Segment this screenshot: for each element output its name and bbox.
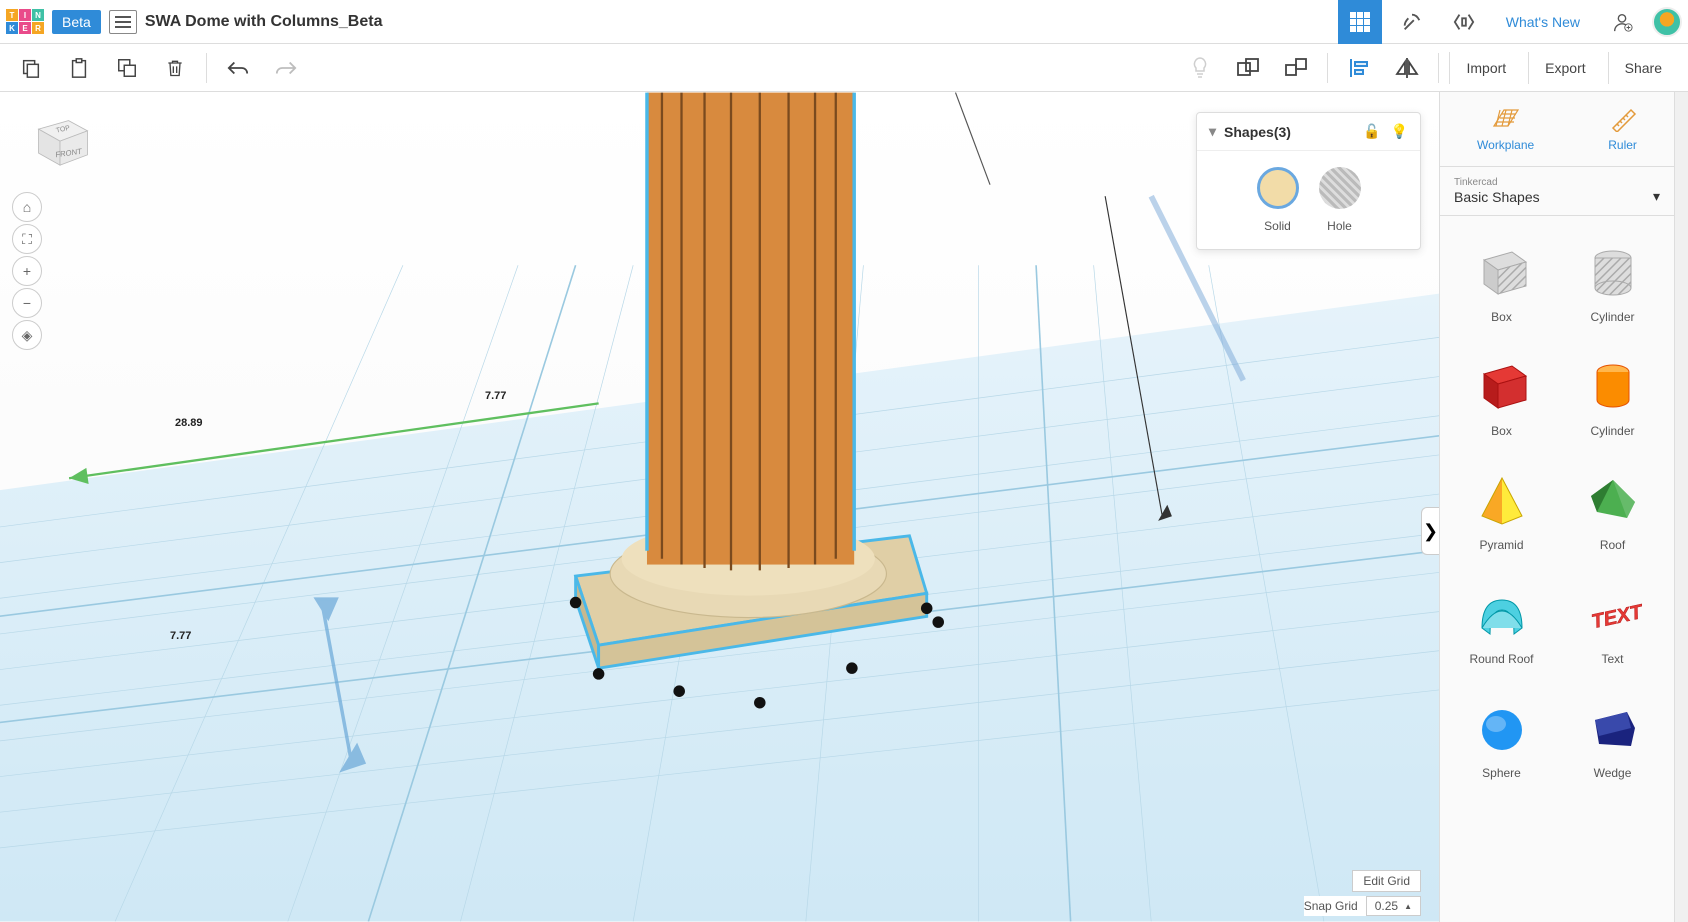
project-title[interactable]: SWA Dome with Columns_Beta bbox=[145, 13, 383, 31]
dimension-label[interactable]: 7.77 bbox=[485, 390, 506, 402]
zoom-out-button[interactable]: − bbox=[12, 288, 42, 318]
dimension-label[interactable]: 28.89 bbox=[175, 417, 203, 429]
shape-item[interactable]: Box bbox=[1450, 340, 1553, 446]
canvas[interactable]: 28.89 7.77 7.77 TOP FRONT ⌂ ⛶ + − ◈ ▾ Sh… bbox=[0, 92, 1439, 922]
shapes-panel: Workplane Ruler Tinkercad Basic Shapes▾ … bbox=[1439, 92, 1674, 922]
mirror-button[interactable] bbox=[1386, 48, 1428, 88]
ortho-view-button[interactable]: ◈ bbox=[12, 320, 42, 350]
solid-option[interactable]: Solid bbox=[1257, 167, 1299, 233]
share-button[interactable]: Share bbox=[1608, 52, 1678, 84]
shape-item[interactable]: Cylinder bbox=[1561, 226, 1664, 332]
shape-item[interactable]: Box bbox=[1450, 226, 1553, 332]
paste-button[interactable] bbox=[58, 48, 100, 88]
main-area: 28.89 7.77 7.77 TOP FRONT ⌂ ⛶ + − ◈ ▾ Sh… bbox=[0, 92, 1688, 922]
shape-item[interactable]: Wedge bbox=[1561, 682, 1664, 788]
shape-category-dropdown[interactable]: Tinkercad Basic Shapes▾ bbox=[1440, 167, 1674, 216]
lightbulb-icon[interactable]: 💡 bbox=[1391, 123, 1408, 140]
design-list-icon[interactable] bbox=[109, 10, 137, 34]
shape-item[interactable]: Pyramid bbox=[1450, 454, 1553, 560]
view-controls: ⌂ ⛶ + − ◈ bbox=[12, 192, 42, 350]
collapse-icon[interactable]: ▾ bbox=[1209, 123, 1216, 140]
shape-item[interactable]: TEXTText bbox=[1561, 568, 1664, 674]
snap-grid-control: Snap Grid 0.25 ▲ bbox=[1304, 896, 1421, 916]
ungroup-button[interactable] bbox=[1275, 48, 1317, 88]
user-avatar[interactable] bbox=[1652, 7, 1682, 37]
snap-grid-value[interactable]: 0.25 ▲ bbox=[1366, 896, 1421, 916]
account-icon[interactable] bbox=[1600, 0, 1644, 44]
beta-badge: Beta bbox=[52, 10, 101, 34]
hint-button[interactable] bbox=[1179, 48, 1221, 88]
dimension-label[interactable]: 7.77 bbox=[170, 630, 191, 642]
panel-expand-handle[interactable]: ❯ bbox=[1421, 507, 1439, 555]
group-button[interactable] bbox=[1227, 48, 1269, 88]
edit-toolbar: Import Export Share bbox=[0, 44, 1688, 92]
zoom-in-button[interactable]: + bbox=[12, 256, 42, 286]
view-cube[interactable]: TOP FRONT bbox=[25, 112, 95, 172]
shape-item[interactable]: Cylinder bbox=[1561, 340, 1664, 446]
ruler-tool[interactable]: Ruler bbox=[1608, 106, 1637, 152]
workplane-tool[interactable]: Workplane bbox=[1477, 106, 1534, 152]
svg-text:TEXT: TEXT bbox=[1589, 601, 1642, 634]
export-button[interactable]: Export bbox=[1528, 52, 1601, 84]
lock-icon[interactable]: 🔓 bbox=[1363, 123, 1380, 140]
tinkercad-logo[interactable]: TIN KER bbox=[6, 9, 44, 34]
inspector-title: Shapes(3) bbox=[1224, 124, 1291, 140]
copy-button[interactable] bbox=[10, 48, 52, 88]
undo-button[interactable] bbox=[217, 48, 259, 88]
import-button[interactable]: Import bbox=[1449, 52, 1522, 84]
duplicate-button[interactable] bbox=[106, 48, 148, 88]
pickaxe-icon[interactable] bbox=[1390, 0, 1434, 44]
snap-grid-label: Snap Grid bbox=[1304, 899, 1358, 913]
home-view-button[interactable]: ⌂ bbox=[12, 192, 42, 222]
scrollbar[interactable] bbox=[1674, 92, 1688, 922]
top-bar: TIN KER Beta SWA Dome with Columns_Beta … bbox=[0, 0, 1688, 44]
delete-button[interactable] bbox=[154, 48, 196, 88]
shape-item[interactable]: Round Roof bbox=[1450, 568, 1553, 674]
shape-item[interactable]: Roof bbox=[1561, 454, 1664, 560]
code-blocks-icon[interactable] bbox=[1442, 0, 1486, 44]
shape-inspector: ▾ Shapes(3) 🔓 💡 Solid Hole bbox=[1196, 112, 1421, 250]
redo-button[interactable] bbox=[265, 48, 307, 88]
align-button[interactable] bbox=[1338, 48, 1380, 88]
shape-item[interactable]: Sphere bbox=[1450, 682, 1553, 788]
fit-view-button[interactable]: ⛶ bbox=[12, 224, 42, 254]
grid-view-icon[interactable] bbox=[1338, 0, 1382, 44]
hole-option[interactable]: Hole bbox=[1319, 167, 1361, 233]
edit-grid-button[interactable]: Edit Grid bbox=[1352, 870, 1421, 892]
whats-new-link[interactable]: What's New bbox=[1494, 14, 1592, 30]
